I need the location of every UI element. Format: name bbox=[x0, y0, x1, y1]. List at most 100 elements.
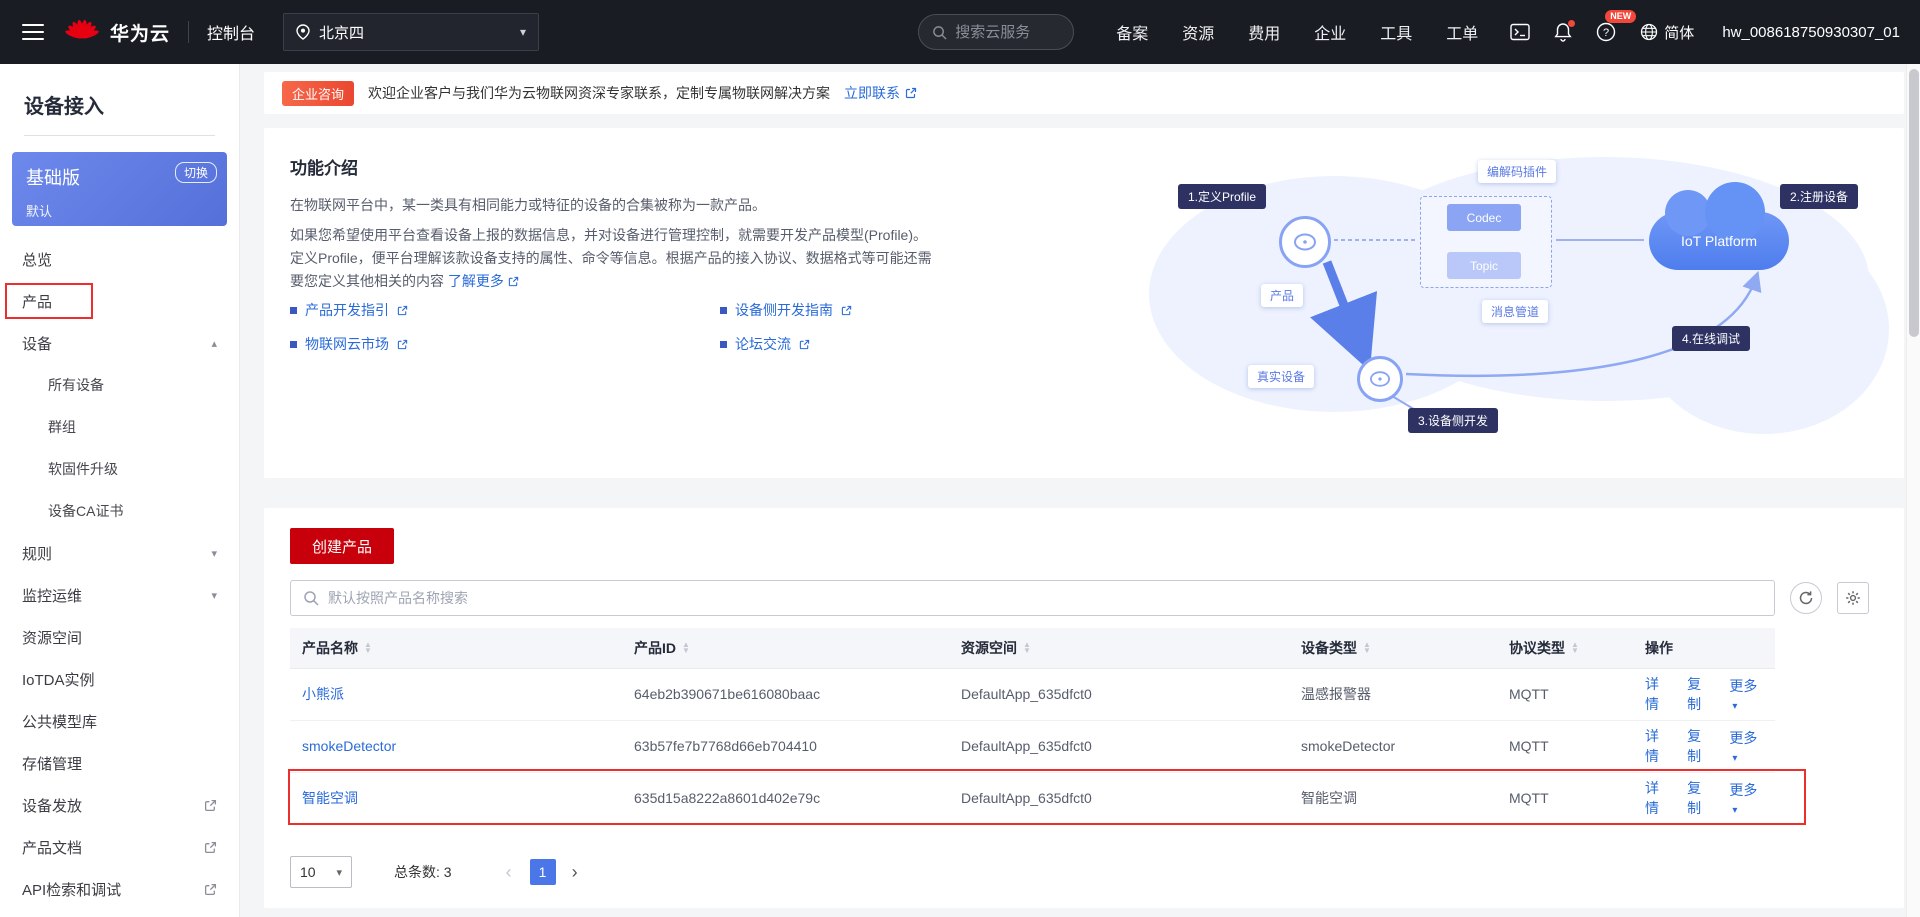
sidebar-item-label: 规则 bbox=[22, 543, 52, 564]
current-page-button[interactable]: 1 bbox=[530, 859, 556, 885]
sidebar-item-groups[interactable]: 群组 bbox=[0, 406, 239, 448]
step-device-develop: 3.设备侧开发 bbox=[1408, 408, 1498, 433]
sort-icon[interactable]: ▲▼ bbox=[1023, 642, 1031, 654]
learn-more-link[interactable]: 了解更多 bbox=[448, 270, 519, 293]
brand-name[interactable]: 华为云 bbox=[110, 19, 170, 46]
page-scrollbar[interactable] bbox=[1906, 64, 1920, 917]
link-device-dev-guide[interactable]: 设备侧开发指南 bbox=[720, 300, 1050, 320]
copy-link[interactable]: 复制 bbox=[1687, 726, 1713, 766]
step-define-profile: 1.定义Profile bbox=[1178, 184, 1266, 209]
product-device-icon bbox=[1279, 216, 1331, 268]
column-header-name[interactable]: 产品名称 ▲▼ bbox=[290, 628, 622, 668]
total-count: 总条数: 3 bbox=[394, 862, 452, 882]
product-name-link[interactable]: 智能空调 bbox=[302, 790, 358, 806]
sidebar-item-devices[interactable]: 设备 ▴ bbox=[0, 322, 239, 364]
contact-now-link[interactable]: 立即联系 bbox=[844, 83, 917, 103]
intro-paragraph-2: 如果您希望使用平台查看设备上报的数据信息，并对设备进行管理控制，就需要开发产品模… bbox=[290, 224, 938, 293]
link-iot-marketplace[interactable]: 物联网云市场 bbox=[290, 334, 720, 354]
new-badge: NEW bbox=[1605, 10, 1636, 23]
product-name-link[interactable]: 小熊派 bbox=[302, 686, 344, 702]
cli-terminal-icon[interactable] bbox=[1510, 23, 1530, 41]
resource-space-cell: DefaultApp_635dfct0 bbox=[949, 772, 1289, 824]
more-link[interactable]: 更多▾ bbox=[1729, 676, 1763, 712]
prev-page-button[interactable]: ‹ bbox=[506, 862, 512, 883]
column-header-device-type[interactable]: 设备类型▲▼ bbox=[1289, 628, 1497, 668]
sidebar-item-firmware-upgrade[interactable]: 软固件升级 bbox=[0, 448, 239, 490]
sidebar-item-device-ca[interactable]: 设备CA证书 bbox=[0, 490, 239, 532]
sidebar-item-public-models[interactable]: 公共模型库 bbox=[0, 700, 239, 742]
global-search[interactable] bbox=[918, 14, 1074, 50]
sort-icon[interactable]: ▲▼ bbox=[1571, 642, 1579, 654]
sidebar-item-label: 产品 bbox=[22, 291, 52, 312]
sidebar-item-label: 设备CA证书 bbox=[48, 501, 123, 521]
more-link[interactable]: 更多▾ bbox=[1729, 728, 1763, 764]
sidebar-item-rules[interactable]: 规则 ▾ bbox=[0, 532, 239, 574]
svg-text:?: ? bbox=[1603, 27, 1609, 39]
edition-switch-button[interactable]: 切换 bbox=[175, 162, 217, 183]
nav-item-beian[interactable]: 备案 bbox=[1116, 20, 1148, 44]
scrollbar-thumb[interactable] bbox=[1909, 69, 1919, 337]
sort-icon[interactable]: ▲▼ bbox=[1363, 642, 1371, 654]
device-type-cell: smokeDetector bbox=[1289, 720, 1497, 772]
nav-item-tools[interactable]: 工具 bbox=[1380, 20, 1412, 44]
intro-paragraph-1: 在物联网平台中，某一类具有相同能力或特征的设备的合集被称为一款产品。 bbox=[290, 194, 950, 216]
more-link[interactable]: 更多▾ bbox=[1729, 780, 1763, 816]
account-menu[interactable]: hw_008618750930307_01 bbox=[1722, 24, 1900, 41]
column-header-id[interactable]: 产品ID▲▼ bbox=[622, 628, 949, 668]
real-device-icon bbox=[1357, 356, 1403, 402]
column-label: 产品名称 bbox=[302, 638, 358, 658]
copy-link[interactable]: 复制 bbox=[1687, 674, 1713, 714]
search-icon bbox=[303, 590, 319, 606]
protocol-cell: MQTT bbox=[1497, 668, 1633, 720]
nav-item-tickets[interactable]: 工单 bbox=[1446, 20, 1478, 44]
sidebar-item-overview[interactable]: 总览 bbox=[0, 238, 239, 280]
create-product-button[interactable]: 创建产品 bbox=[290, 528, 394, 564]
notification-bell-icon[interactable] bbox=[1554, 22, 1572, 42]
page-size-select[interactable]: 10 ▾ bbox=[290, 856, 352, 888]
bullet-icon bbox=[290, 341, 297, 348]
column-header-protocol[interactable]: 协议类型▲▼ bbox=[1497, 628, 1633, 668]
product-search[interactable] bbox=[290, 580, 1775, 616]
refresh-button[interactable] bbox=[1790, 582, 1822, 614]
sidebar-item-api-explorer[interactable]: API检索和调试 bbox=[0, 868, 239, 910]
settings-gear-button[interactable] bbox=[1837, 582, 1869, 614]
next-page-button[interactable]: › bbox=[572, 862, 578, 883]
sidebar-item-iotda-instance[interactable]: IoTDA实例 bbox=[0, 658, 239, 700]
help-icon[interactable]: ? NEW bbox=[1596, 22, 1616, 42]
link-product-dev-guide[interactable]: 产品开发指引 bbox=[290, 300, 720, 320]
column-label: 操作 bbox=[1645, 638, 1673, 658]
device-type-cell: 温感报警器 bbox=[1289, 668, 1497, 720]
language-switch[interactable]: 简体 bbox=[1640, 22, 1694, 43]
product-name-link[interactable]: smokeDetector bbox=[302, 738, 396, 754]
sidebar-item-product-docs[interactable]: 产品文档 bbox=[0, 826, 239, 868]
column-header-space[interactable]: 资源空间▲▼ bbox=[949, 628, 1289, 668]
copy-link[interactable]: 复制 bbox=[1687, 778, 1713, 818]
huawei-logo-icon[interactable] bbox=[64, 17, 100, 47]
table-row[interactable]: 小熊派 64eb2b390671be616080baac DefaultApp_… bbox=[290, 668, 1775, 720]
sort-icon[interactable]: ▲▼ bbox=[682, 642, 690, 654]
sidebar-item-monitoring[interactable]: 监控运维 ▾ bbox=[0, 574, 239, 616]
nav-item-resources[interactable]: 资源 bbox=[1182, 20, 1214, 44]
region-selector[interactable]: 北京四 ▾ bbox=[283, 13, 539, 51]
sort-icon[interactable]: ▲▼ bbox=[364, 642, 372, 654]
sidebar-title: 设备接入 bbox=[24, 90, 215, 119]
sidebar-item-resource-space[interactable]: 资源空间 bbox=[0, 616, 239, 658]
hamburger-menu-icon[interactable] bbox=[22, 24, 44, 40]
nav-item-enterprise[interactable]: 企业 bbox=[1314, 20, 1346, 44]
global-search-input[interactable] bbox=[955, 24, 1060, 41]
sidebar-item-label: 公共模型库 bbox=[22, 711, 97, 732]
sidebar-item-device-provisioning[interactable]: 设备发放 bbox=[0, 784, 239, 826]
detail-link[interactable]: 详情 bbox=[1645, 726, 1671, 766]
table-row[interactable]: 智能空调 635d15a8222a8601d402e79c DefaultApp… bbox=[290, 772, 1775, 824]
sidebar-item-storage[interactable]: 存储管理 bbox=[0, 742, 239, 784]
product-search-input[interactable] bbox=[328, 590, 1762, 606]
link-forum[interactable]: 论坛交流 bbox=[720, 334, 1050, 354]
detail-link[interactable]: 详情 bbox=[1645, 674, 1671, 714]
table-row[interactable]: smokeDetector 63b57fe7b7768d66eb704410 D… bbox=[290, 720, 1775, 772]
sidebar-item-all-devices[interactable]: 所有设备 bbox=[0, 364, 239, 406]
sidebar-divider bbox=[24, 135, 215, 136]
console-link[interactable]: 控制台 bbox=[207, 20, 255, 44]
detail-link[interactable]: 详情 bbox=[1645, 778, 1671, 818]
sidebar-item-products[interactable]: 产品 bbox=[0, 280, 239, 322]
nav-item-billing[interactable]: 费用 bbox=[1248, 20, 1280, 44]
